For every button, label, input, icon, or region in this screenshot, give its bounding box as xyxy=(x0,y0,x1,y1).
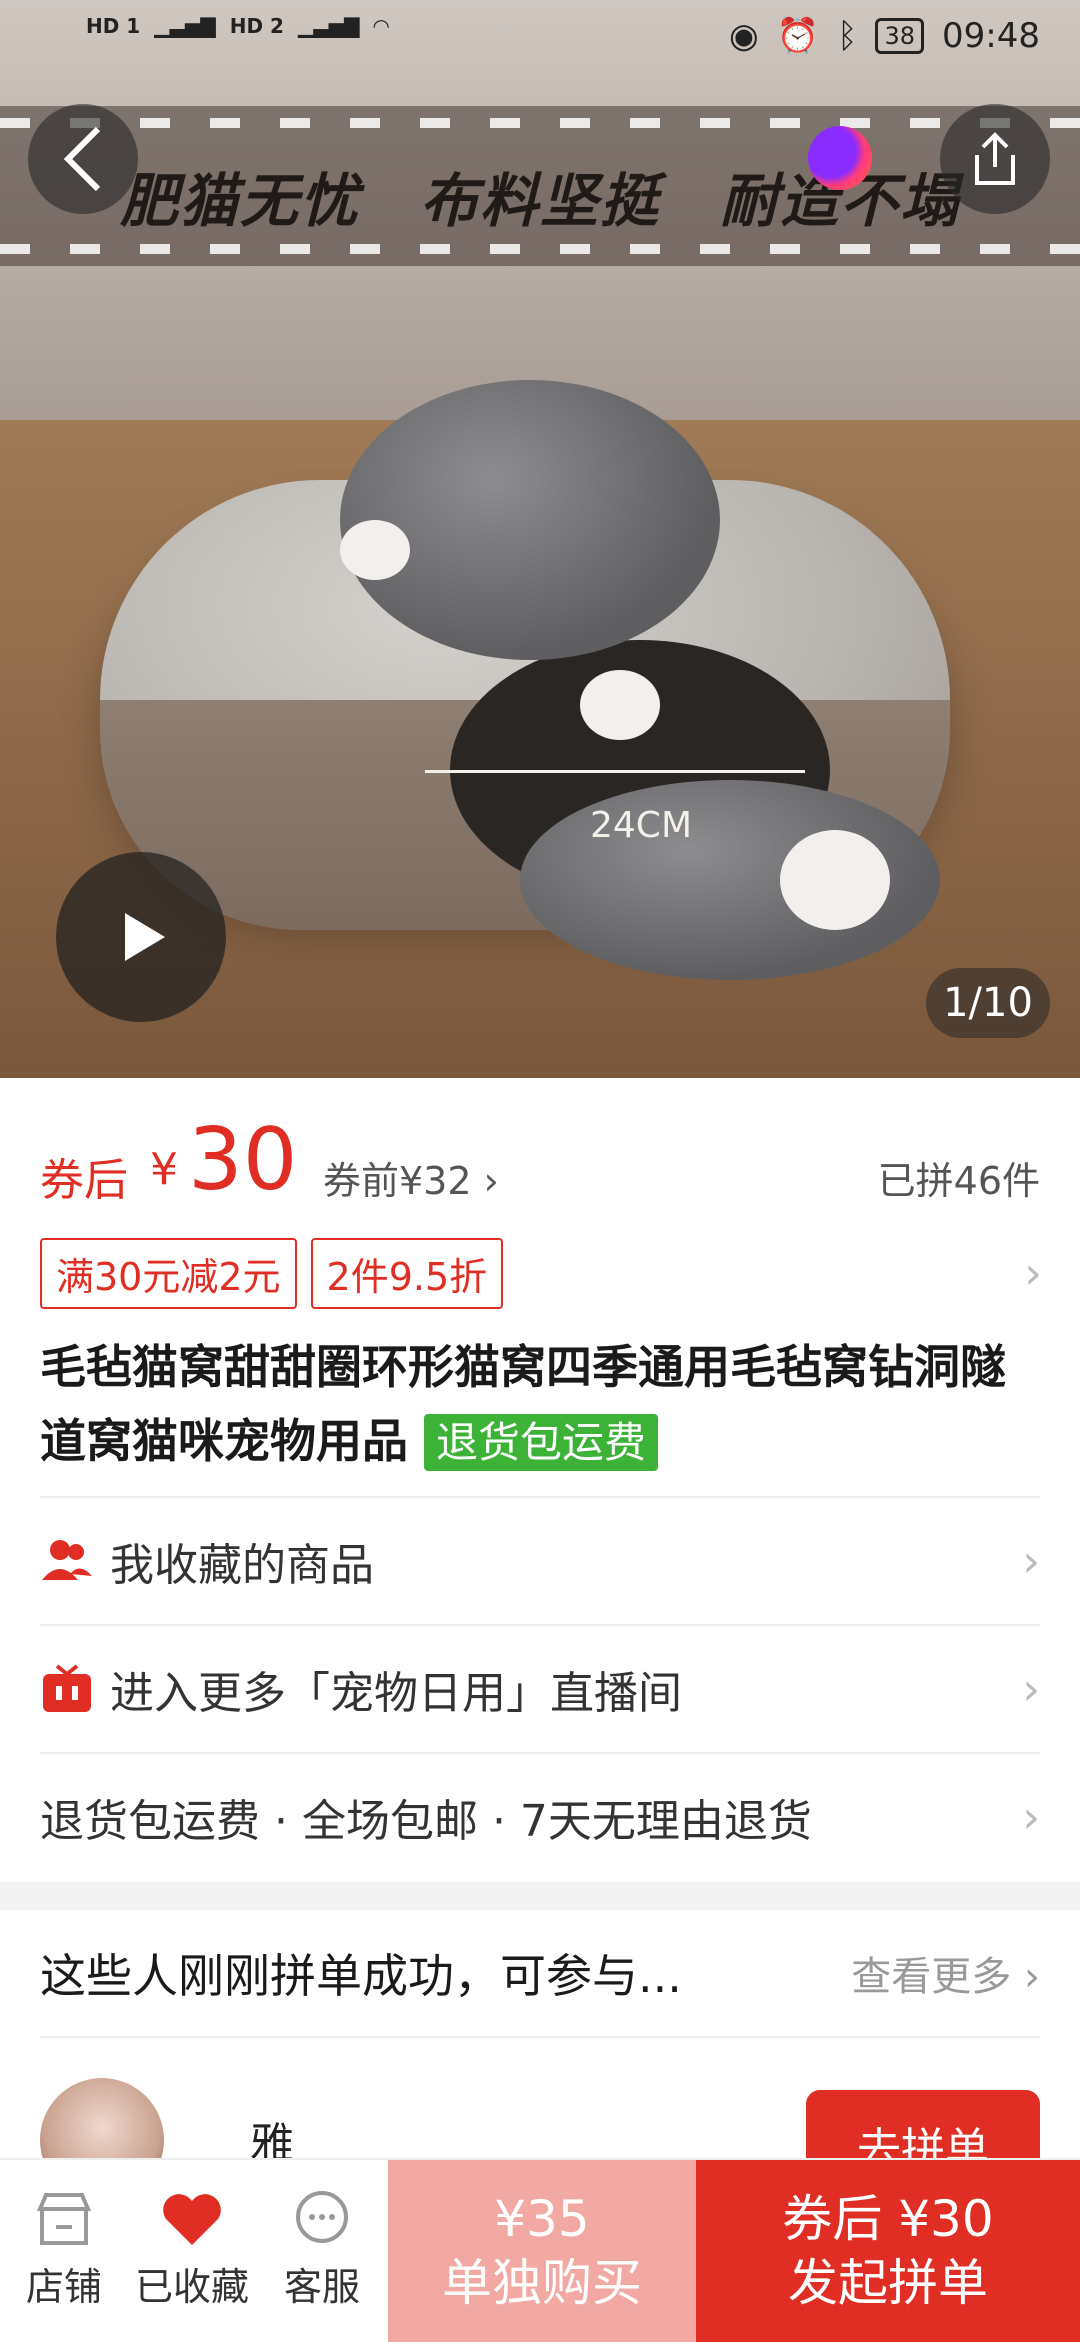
live-room-row[interactable]: 进入更多「宠物日用」直播间 › xyxy=(40,1624,1040,1752)
see-more-link[interactable]: 查看更多 › xyxy=(851,1944,1040,2002)
chevron-right-icon: › xyxy=(1022,1791,1040,1843)
signal-icon: ▁▃▅▇ xyxy=(154,14,216,38)
live-room-label: 进入更多「宠物日用」直播间 xyxy=(110,1668,682,1719)
battery-icon: 38 xyxy=(875,18,925,54)
solo-price: ¥35 xyxy=(494,2190,590,2248)
alarm-icon: ⏰ xyxy=(776,16,820,56)
assistant-orb-icon[interactable] xyxy=(808,126,872,190)
services-row[interactable]: 退货包运费 · 全场包邮 · 7天无理由退货 › xyxy=(40,1752,1040,1880)
customer-service-label: 客服 xyxy=(283,2265,360,2309)
return-shipping-badge: 退货包运费 xyxy=(424,1414,659,1471)
customer-service-tab[interactable]: 客服 xyxy=(262,2182,382,2311)
group-label: 发起拼单 xyxy=(788,2254,988,2312)
favorites-row[interactable]: 我收藏的商品 › xyxy=(40,1496,1040,1624)
promo-tags[interactable]: 满30元减2元 2件9.5折 xyxy=(40,1238,504,1309)
chevron-right-icon[interactable]: › xyxy=(1024,1248,1042,1299)
slogan-1: 肥猫无忧 xyxy=(120,167,361,235)
store-tab[interactable]: 店铺 xyxy=(4,2182,124,2311)
sim2-label: HD 2 xyxy=(229,14,284,38)
share-button[interactable] xyxy=(940,104,1050,214)
solo-label: 单独购买 xyxy=(442,2254,642,2312)
chevron-right-icon: › xyxy=(1022,1535,1040,1587)
play-video-button[interactable] xyxy=(56,852,226,1022)
price-row: 券后 ¥ 30 券前¥32 › 已拼46件 xyxy=(40,1110,1040,1210)
kitten-top xyxy=(340,380,720,660)
signal-icon-2: ▁▃▅▇ xyxy=(297,14,360,38)
chevron-left-icon xyxy=(63,126,101,192)
bluetooth-icon: ᛒ xyxy=(837,16,858,56)
measure-label: 24CM xyxy=(590,805,693,846)
store-label: 店铺 xyxy=(25,2265,102,2309)
before-coupon-price[interactable]: 券前¥32 › xyxy=(323,1150,499,1205)
currency-symbol: ¥ xyxy=(150,1144,178,1195)
start-group-button[interactable]: 券后 ¥30 发起拼单 xyxy=(696,2160,1080,2342)
measure-line xyxy=(425,770,805,773)
chevron-right-icon: › xyxy=(1022,1663,1040,1715)
image-counter: 1/10 xyxy=(926,968,1050,1038)
status-bar: HD 1 ▁▃▅▇ HD 2 ▁▃▅▇ ◠ ◉ ⏰ ᛒ 38 09:48 xyxy=(0,0,1080,80)
sold-count: 已拼46件 xyxy=(877,1159,1040,1203)
eye-icon: ◉ xyxy=(729,16,759,56)
play-icon xyxy=(125,913,165,961)
slogan-2: 布料坚挺 xyxy=(420,167,661,235)
bottom-action-bar: 店铺 已收藏 客服 ¥35 单独购买 券后 ¥30 发起拼单 xyxy=(0,2158,1080,2342)
favorites-label: 我收藏的商品 xyxy=(110,1540,374,1591)
sim1-label: HD 1 xyxy=(86,14,141,38)
promo-tag[interactable]: 满30元减2元 xyxy=(40,1238,297,1309)
live-tv-icon xyxy=(40,1662,94,1716)
back-button[interactable] xyxy=(28,104,138,214)
section-divider xyxy=(0,1882,1080,1910)
promo-tag[interactable]: 2件9.5折 xyxy=(310,1238,504,1309)
group-price: 券后 ¥30 xyxy=(782,2190,994,2248)
users-icon xyxy=(40,1534,94,1588)
after-coupon-label: 券后 xyxy=(40,1155,128,1206)
share-icon xyxy=(975,132,1015,185)
store-icon xyxy=(32,2182,96,2256)
clock: 09:48 xyxy=(942,16,1040,56)
wifi-icon: ◠ xyxy=(373,14,389,38)
slogan-banner: 肥猫无忧 布料坚挺 耐造不塌 xyxy=(0,106,1080,266)
group-buy-header: 这些人刚刚拼单成功，可参与... 查看更多 › xyxy=(40,1910,1040,2038)
after-coupon-price: 30 xyxy=(188,1110,298,1210)
services-label: 退货包运费 · 全场包邮 · 7天无理由退货 xyxy=(40,1796,812,1847)
group-buy-heading: 这些人刚刚拼单成功，可参与... xyxy=(40,1949,682,2003)
product-title: 毛毡猫窝甜甜圈环形猫窝四季通用毛毡窝钻洞隧道窝猫咪宠物用品 退货包运费 xyxy=(40,1330,1040,1480)
buy-alone-button[interactable]: ¥35 单独购买 xyxy=(388,2160,696,2342)
chat-icon xyxy=(290,2182,354,2256)
heart-icon xyxy=(160,2182,224,2256)
product-image-carousel[interactable]: 肥猫无忧 布料坚挺 耐造不塌 24CM 1/10 xyxy=(0,0,1080,1078)
favorited-tab[interactable]: 已收藏 xyxy=(132,2182,252,2311)
favorited-label: 已收藏 xyxy=(134,2265,249,2309)
